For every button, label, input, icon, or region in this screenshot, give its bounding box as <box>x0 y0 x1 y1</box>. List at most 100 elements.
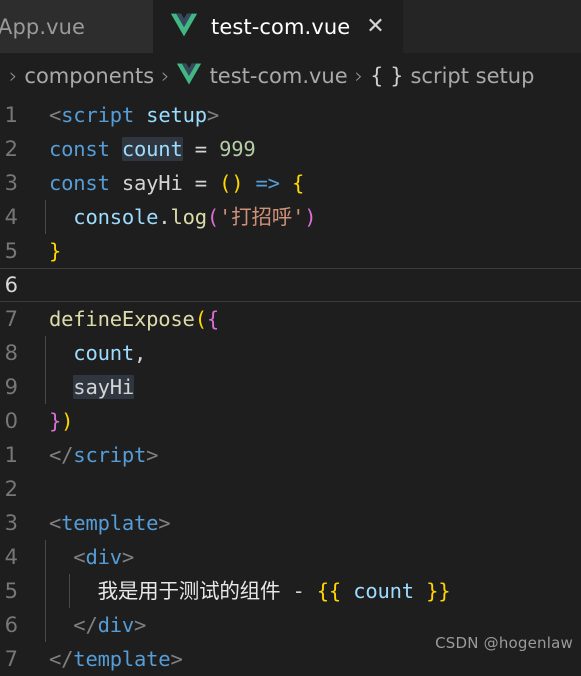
token-tag: div <box>97 613 135 637</box>
breadcrumb-item-file[interactable]: test-com.vue <box>210 64 348 88</box>
line-number: 9 <box>4 375 18 399</box>
line-number: 6 <box>4 613 18 637</box>
token-lt: < <box>73 545 86 569</box>
indent-guide <box>45 200 46 234</box>
token-string: '打招呼' <box>219 205 305 229</box>
token-comma: , <box>134 341 147 365</box>
code-line: 1 <script setup> <box>0 98 581 132</box>
token-operator: = <box>194 171 207 195</box>
token-dot: . <box>158 205 171 229</box>
tab-label: App.vue <box>0 14 86 39</box>
token-expression: count <box>353 579 414 603</box>
line-number: 0 <box>4 409 18 433</box>
token-lparen: ( <box>194 307 207 331</box>
token-keyword: const <box>49 171 110 195</box>
code-content: } <box>18 234 581 268</box>
code-line-current: 6 <box>0 268 581 302</box>
indent-guide <box>45 574 46 608</box>
code-line: 9 sayHi <box>0 370 581 404</box>
token-variable: sayHi <box>121 171 183 195</box>
code-content: }) <box>18 404 581 438</box>
vue-logo-icon <box>171 13 197 41</box>
token-close-lt: </ <box>73 613 98 637</box>
braces-icon: { } <box>370 63 404 88</box>
token-text: 我是用于测试的组件 <box>97 579 281 603</box>
breadcrumb-item-script-setup[interactable]: script setup <box>410 64 534 88</box>
token-rparen: ) <box>61 409 74 433</box>
line-number: 7 <box>4 647 18 671</box>
watermark: CSDN @hogenlaw <box>435 634 573 652</box>
code-line: 3 <template> <box>0 506 581 540</box>
line-number: 7 <box>4 307 18 331</box>
token-dash: - <box>292 579 305 603</box>
chevron-right-icon: › <box>161 63 170 88</box>
token-gt: > <box>146 443 159 467</box>
code-line: 1 </script> <box>0 438 581 472</box>
token-function: defineExpose <box>49 307 195 331</box>
token-mustache-open: {{ <box>316 579 342 603</box>
token-tag: template <box>73 647 171 671</box>
line-number: 1 <box>4 443 18 467</box>
line-number: 2 <box>4 137 18 161</box>
code-content: defineExpose({ <box>18 302 581 336</box>
line-number: 5 <box>4 239 18 263</box>
token-brace: } <box>49 239 62 263</box>
code-line: 5 } <box>0 234 581 268</box>
tab-label: test-com.vue <box>211 14 351 39</box>
indent-guide <box>45 540 46 574</box>
indent-guide <box>45 370 46 404</box>
token-brace: { <box>291 171 305 195</box>
token-method: log <box>170 205 207 229</box>
token-property: sayHi <box>73 375 135 399</box>
token-gt: > <box>134 613 147 637</box>
code-line: 8 count, <box>0 336 581 370</box>
line-number: 4 <box>4 545 18 569</box>
token-mustache-close: }} <box>426 579 451 603</box>
line-number: 3 <box>4 511 18 535</box>
code-line: 2 const count = 999 <box>0 132 581 166</box>
token-gt: > <box>158 511 171 535</box>
token-tag: script <box>73 443 147 467</box>
code-line: 2 <box>0 472 581 506</box>
code-content: const sayHi = () => { <box>18 166 581 200</box>
token-gt: > <box>206 103 220 127</box>
indent-guide <box>45 608 46 642</box>
tab-app-vue[interactable]: App.vue <box>0 0 153 53</box>
line-number: 8 <box>4 341 18 365</box>
line-number: 2 <box>4 477 18 501</box>
line-number: 1 <box>4 103 18 127</box>
token-gt: > <box>170 647 183 671</box>
code-editor[interactable]: 1 <script setup> 2 const count = 999 3 c… <box>0 98 581 676</box>
code-content: const count = 999 <box>18 132 581 166</box>
tab-bar-empty-space <box>403 0 581 53</box>
code-content: sayHi <box>18 370 581 404</box>
tab-test-com-vue[interactable]: test-com.vue ✕ <box>153 0 403 53</box>
token-tag: script <box>61 103 135 127</box>
token-lt: < <box>49 103 62 127</box>
breadcrumb: › components › test-com.vue › { } script… <box>0 53 581 98</box>
token-gt: > <box>121 545 135 569</box>
chevron-right-icon: › <box>9 63 18 88</box>
close-icon[interactable]: ✕ <box>366 15 384 38</box>
token-keyword: const <box>49 137 110 161</box>
indent-guide <box>69 574 70 608</box>
token-tag: div <box>85 545 122 569</box>
line-number: 5 <box>4 579 18 603</box>
token-parens: () <box>219 171 244 195</box>
code-content: <template> <box>18 506 581 540</box>
code-line: 4 <div> <box>0 540 581 574</box>
code-content: <div> <box>18 540 581 574</box>
token-number: 999 <box>219 137 256 161</box>
breadcrumb-item-components[interactable]: components <box>24 64 154 88</box>
token-tag: template <box>61 511 159 535</box>
token-close-lt: </ <box>49 647 74 671</box>
code-content: 我是用于测试的组件 - {{ count }} <box>18 574 581 608</box>
token-close-lt: </ <box>49 443 74 467</box>
code-line: 0 }) <box>0 404 581 438</box>
code-content: count, <box>18 336 581 370</box>
line-number: 4 <box>4 205 18 229</box>
token-operator: = <box>194 137 207 161</box>
editor-tab-bar: App.vue test-com.vue ✕ <box>0 0 581 53</box>
code-line: 4 console.log('打招呼') <box>0 200 581 234</box>
token-object: console <box>73 205 159 229</box>
